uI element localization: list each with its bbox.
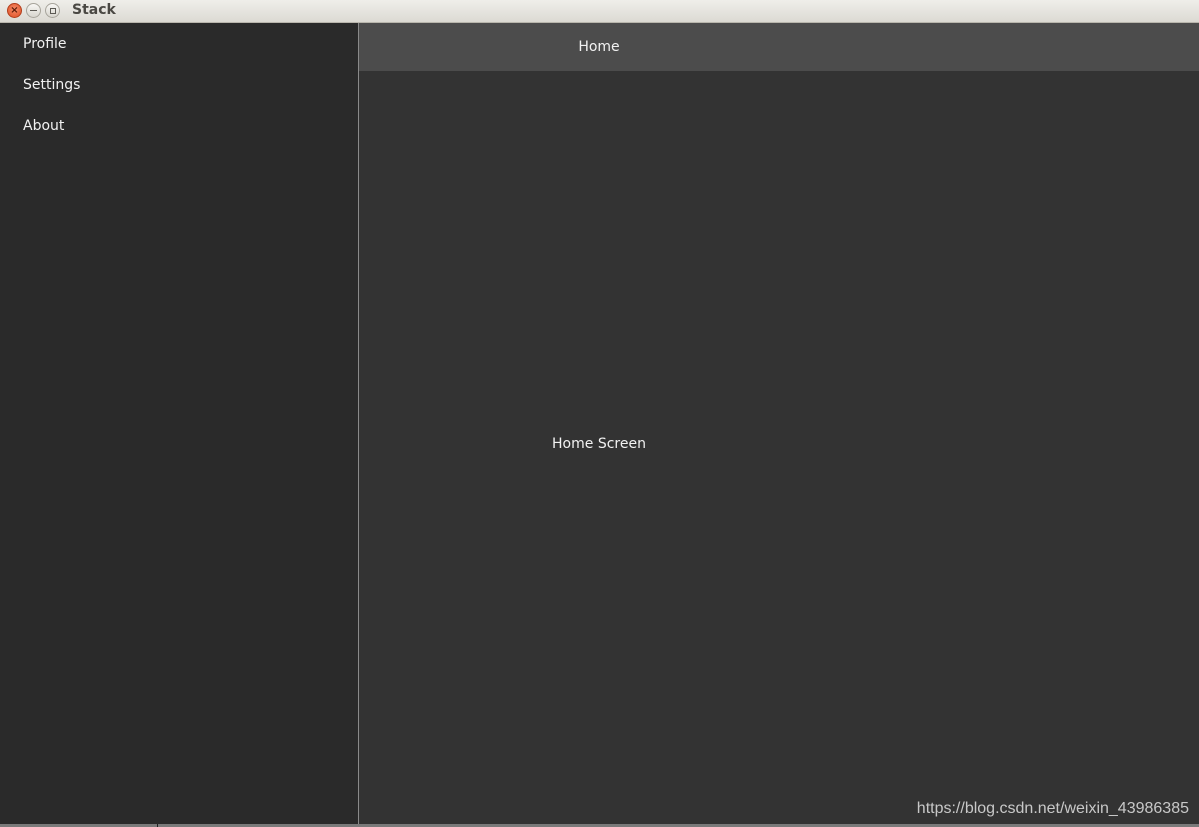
maximize-square (49, 7, 56, 14)
sidebar-item-label: About (23, 117, 65, 134)
main-content: Home Home Screen (359, 23, 1199, 824)
minimize-bar (30, 10, 37, 11)
toolbar: Home (359, 23, 1199, 71)
maximize-icon[interactable] (45, 3, 60, 18)
sidebar-item-profile[interactable]: Profile (0, 23, 358, 64)
sidebar-drawer: Profile Settings About (0, 23, 359, 824)
sidebar-item-about[interactable]: About (0, 105, 358, 146)
app-window: × Stack Profile Settings About Home Home… (0, 0, 1199, 827)
title-bar[interactable]: × Stack (0, 0, 1199, 23)
close-glyph: × (10, 4, 19, 16)
close-icon[interactable]: × (7, 3, 22, 18)
sidebar-item-label: Settings (23, 76, 81, 93)
sidebar-item-settings[interactable]: Settings (0, 64, 358, 105)
watermark-url: https://blog.csdn.net/weixin_43986385 (916, 800, 1189, 817)
minimize-icon[interactable] (26, 3, 41, 18)
sidebar-item-label: Profile (23, 35, 67, 52)
page-title: Home (578, 39, 620, 55)
screen-label: Home Screen (552, 436, 646, 452)
window-title: Stack (72, 2, 116, 18)
